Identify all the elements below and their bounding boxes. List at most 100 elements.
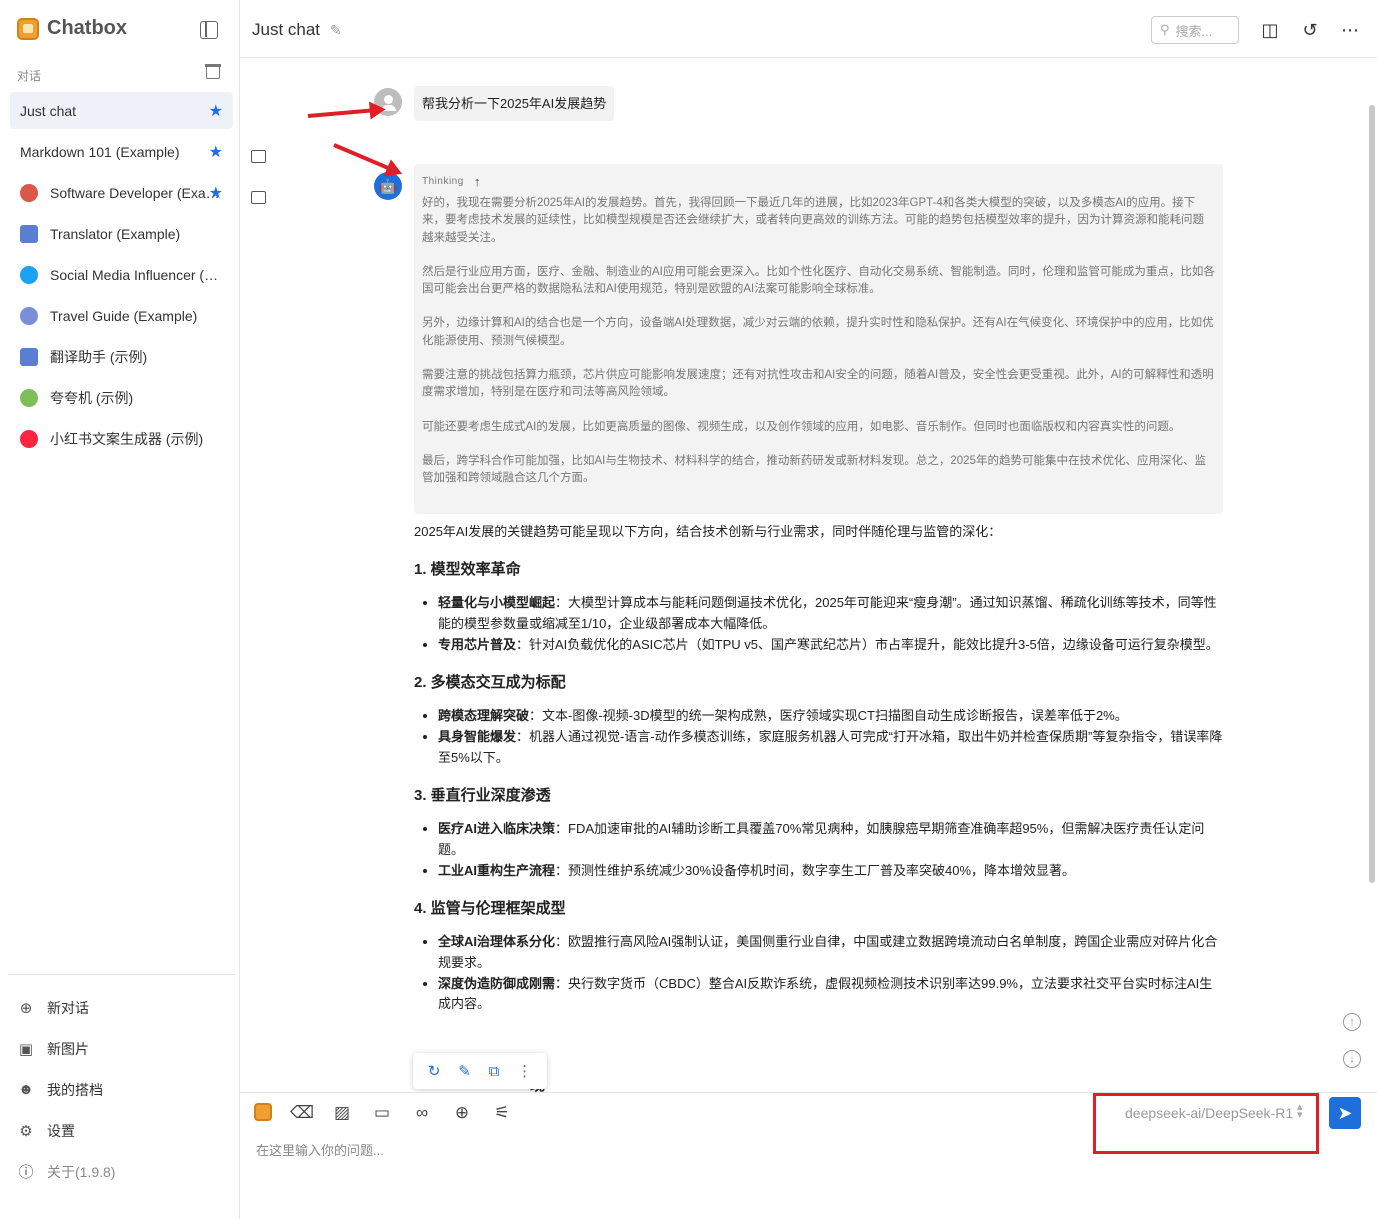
- copy-icon[interactable]: ⧉: [489, 1063, 500, 1080]
- conversation-label: Just chat: [20, 102, 77, 119]
- list-item: 专用芯片普及：针对AI负载优化的ASIC芯片（如TPU v5、国产寒武纪芯片）市…: [438, 635, 1224, 656]
- split-view-icon[interactable]: ◫: [1260, 20, 1280, 40]
- item-bold: 医疗AI进入临床决策: [438, 821, 556, 836]
- chatbox-logo-icon[interactable]: [254, 1103, 272, 1121]
- conversation-label: Travel Guide (Example): [50, 307, 198, 324]
- chatbox-app: Chatbox 对话 Just chat ★ Markdown 101 (Exa…: [0, 0, 1377, 1219]
- conversation-item[interactable]: 翻译助手 (示例): [10, 338, 233, 375]
- item-bold: 具身智能爆发: [438, 729, 517, 744]
- conversation-item[interactable]: Translator (Example): [10, 215, 233, 252]
- list-item: 工业AI重构生产流程：预测性维护系统减少30%设备停机时间，数字孪生工厂普及率突…: [438, 861, 1224, 882]
- thinking-label: Thinking: [422, 176, 464, 187]
- thinking-paragraph: 最后，跨学科合作可能加强，比如AI与生物技术、材料科学的结合，推动新药研发或新材…: [422, 454, 1206, 485]
- info-icon: ⓘ: [18, 1164, 34, 1181]
- star-icon[interactable]: ★: [209, 142, 223, 162]
- new-chat-button[interactable]: ⊕ 新对话: [18, 987, 115, 1028]
- item-bold: 深度伪造防御成刚需: [438, 975, 556, 991]
- new-image-button[interactable]: ▣ 新图片: [18, 1028, 115, 1069]
- conversation-label: 翻译助手 (示例): [50, 348, 148, 365]
- eraser-icon[interactable]: ⌫: [290, 1103, 314, 1123]
- about-label: 关于(1.9.8): [47, 1163, 116, 1180]
- chat-bubble-icon: [251, 191, 266, 204]
- archive-icon[interactable]: [205, 64, 221, 79]
- sidebar: Chatbox 对话 Just chat ★ Markdown 101 (Exa…: [0, 0, 266, 1219]
- conversation-item[interactable]: 夸夸机 (示例): [10, 379, 233, 416]
- list-item: 轻量化与小模型崛起：大模型计算成本与能耗问题倒逼技术优化，2025年可能迎来“瘦…: [438, 593, 1224, 634]
- conversation-item[interactable]: Travel Guide (Example): [10, 297, 233, 334]
- pencil-icon[interactable]: ✎: [330, 22, 342, 39]
- more-vert-icon[interactable]: ⋮: [517, 1062, 532, 1080]
- section-label: 对话: [17, 69, 42, 83]
- star-icon[interactable]: ★: [209, 101, 223, 121]
- my-copilots-button[interactable]: ☻ 我的搭档: [18, 1069, 115, 1110]
- model-select[interactable]: deepseek-ai/DeepSeek-R1: [1125, 1105, 1293, 1121]
- folder-icon[interactable]: ▭: [372, 1103, 392, 1123]
- conversation-label: Social Media Influencer (Example): [50, 266, 220, 283]
- chat-title: Just chat: [252, 20, 321, 39]
- sliders-icon[interactable]: ⚟: [492, 1103, 512, 1123]
- section-heading: 2. 多模态交互成为标配: [414, 674, 566, 691]
- item-text: ：针对AI负载优化的ASIC芯片（如TPU v5、国产寒武纪芯片）市占率提升，能…: [516, 636, 1219, 652]
- section-list: 轻量化与小模型崛起：大模型计算成本与能耗问题倒逼技术优化，2025年可能迎来“瘦…: [438, 593, 1224, 655]
- collapse-arrow-icon[interactable]: ↑: [474, 174, 481, 189]
- conversation-item[interactable]: Just chat ★: [10, 92, 266, 163]
- search-input[interactable]: ⚲ 搜索...: [1151, 16, 1239, 44]
- link-icon[interactable]: ∞: [412, 1103, 432, 1123]
- message-toolbar: ↻ ✎ ⧉ ⋮: [413, 1053, 547, 1089]
- conversation-label: 夸夸机 (示例): [50, 389, 134, 406]
- search-placeholder: 搜索...: [1175, 23, 1213, 39]
- robot-icon: ☻: [18, 1081, 34, 1098]
- thinking-paragraph: 另外，边缘计算和AI的结合也是一个方向，设备端AI处理数据，减少对云端的依赖，提…: [422, 317, 1214, 347]
- image-icon[interactable]: ▨: [332, 1103, 352, 1123]
- translator-avatar-icon: [20, 224, 38, 243]
- chat-bubble-icon: [251, 150, 266, 163]
- conversation-label: Translator (Example): [50, 225, 181, 242]
- twitter-avatar-icon: [20, 265, 38, 284]
- answer-intro: 2025年AI发展的关键趋势可能呈现以下方向，结合技术创新与行业需求，同时伴随伦…: [414, 524, 1002, 539]
- new-image-label: 新图片: [47, 1040, 89, 1057]
- thinking-paragraph: 需要注意的挑战包括算力瓶颈，芯片供应可能影响发展速度；还有对抗性攻击和AI安全的…: [422, 369, 1214, 399]
- section-list: 医疗AI进入临床决策：FDA加速审批的AI辅助诊断工具覆盖70%常见病种，如胰腺…: [438, 819, 1224, 881]
- chevron-updown-icon[interactable]: ▴ ▾: [1297, 1102, 1303, 1121]
- input-toolbar: ⌫ ▨ ▭ ∞ ⊕ ⚟: [254, 1103, 512, 1123]
- annotation-arrow: [307, 107, 380, 118]
- conversation-item[interactable]: Social Media Influencer (Example): [10, 256, 233, 293]
- conversation-item[interactable]: 小红书文案生成器 (示例): [10, 420, 233, 457]
- edit-icon[interactable]: ✎: [458, 1062, 471, 1080]
- thinking-paragraph: 可能还要考虑生成式AI的发展，比如更高质量的图像、视频生成，以及创作领域的应用，…: [422, 420, 1181, 433]
- sidebar-divider: [8, 974, 235, 975]
- conversation-item[interactable]: Software Developer (Example) ★: [10, 174, 233, 211]
- user-message: 帮我分析一下2025年AI发展趋势: [414, 86, 615, 121]
- settings-button[interactable]: ⚙ 设置: [18, 1110, 115, 1151]
- conversation-label: Markdown 101 (Example): [20, 143, 180, 160]
- thinking-header[interactable]: Thinking ↑: [422, 174, 1215, 189]
- model-select-highlight: [1093, 1093, 1319, 1154]
- thinking-paragraph: 好的，我现在需要分析2025年AI的发展趋势。首先，我得回顾一下最近几年的进展，…: [422, 197, 1204, 244]
- more-options-icon[interactable]: ⋯: [1340, 20, 1360, 40]
- message-input[interactable]: 在这里输入你的问题...: [256, 1140, 384, 1159]
- developer-avatar-icon: [20, 183, 38, 202]
- translator-avatar-icon: [20, 347, 38, 366]
- send-button[interactable]: ➤: [1329, 1097, 1361, 1129]
- list-item: 深度伪造防御成刚需：央行数字货币（CBDC）整合AI反欺诈系统，虚假视频检测技术…: [438, 974, 1224, 1015]
- new-chat-label: 新对话: [47, 999, 89, 1016]
- item-text: ：文本-图像-视频-3D模型的统一架构成熟，医疗领域实现CT扫描图自动生成诊断报…: [529, 708, 1128, 723]
- input-area: ⌫ ▨ ▭ ∞ ⊕ ⚟ 在这里输入你的问题... deepseek-ai/Dee…: [240, 1092, 1377, 1219]
- assistant-answer: 2025年AI发展的关键趋势可能呈现以下方向，结合技术创新与行业需求，同时伴随伦…: [414, 522, 1224, 1031]
- item-text: ：机器人通过视觉-语言-动作多模态训练，家庭服务机器人可完成“打开冰箱，取出牛奶…: [438, 729, 1223, 765]
- xiaohongshu-avatar-icon: [20, 429, 38, 448]
- globe-icon[interactable]: ⊕: [452, 1103, 472, 1123]
- history-icon[interactable]: ↺: [1300, 20, 1320, 40]
- search-icon: ⚲: [1160, 22, 1170, 37]
- sidebar-collapse-icon[interactable]: [200, 21, 218, 39]
- regenerate-icon[interactable]: ↻: [428, 1062, 441, 1080]
- chat-scrollbar[interactable]: [1369, 105, 1375, 883]
- item-bold: 专用芯片普及: [438, 636, 517, 652]
- about-button[interactable]: ⓘ 关于(1.9.8): [18, 1151, 115, 1192]
- item-text: ：预测性维护系统减少30%设备停机时间，数字孪生工厂普及率突破40%，降本增效显…: [555, 862, 1076, 878]
- scroll-top-icon[interactable]: ↑: [1343, 1013, 1361, 1031]
- scroll-bottom-icon[interactable]: ↓: [1343, 1050, 1361, 1068]
- conversation-item[interactable]: Markdown 101 (Example) ★: [10, 133, 266, 204]
- star-icon[interactable]: ★: [209, 183, 223, 203]
- chatbox-logo-icon: [17, 17, 39, 40]
